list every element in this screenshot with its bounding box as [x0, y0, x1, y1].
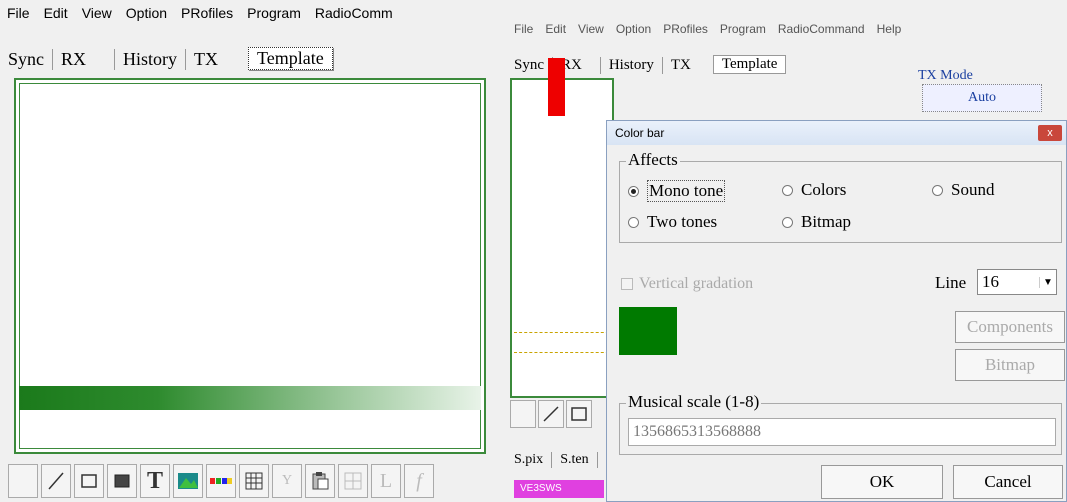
menu-profiles[interactable]: PRofiles [657, 22, 714, 36]
chevron-down-icon[interactable]: ▼ [1039, 276, 1056, 288]
paste-tool-icon[interactable] [305, 464, 335, 498]
color-bar-dialog: Color bar x Affects Mono tone Colors Sou… [606, 120, 1067, 502]
menu-radiocommand[interactable]: RadioCommand [772, 22, 871, 36]
menu-view[interactable]: View [572, 22, 610, 36]
menu-view[interactable]: View [75, 5, 119, 21]
ok-button[interactable]: OK [821, 465, 943, 499]
image-tool-icon[interactable] [173, 464, 203, 498]
blank-tool-icon[interactable] [510, 400, 536, 428]
affects-legend: Affects [626, 150, 680, 170]
f-tool-icon: f [404, 464, 434, 498]
tx-mode-value[interactable]: Auto [922, 84, 1042, 112]
radio-icon [782, 184, 793, 196]
blank-tool-icon[interactable] [8, 464, 38, 498]
radio-label: Sound [951, 180, 995, 199]
cancel-button[interactable]: Cancel [953, 465, 1063, 499]
tab-rx[interactable]: RX [53, 49, 116, 70]
line-tool-icon[interactable] [538, 400, 564, 428]
components-button: Components [955, 311, 1065, 343]
tx-mode-group: TX Mode Auto [914, 68, 1044, 118]
menu-option[interactable]: Option [119, 5, 174, 21]
radio-label: Colors [801, 180, 847, 199]
template-canvas-right[interactable] [510, 78, 614, 398]
l-tool-icon: L [371, 464, 401, 498]
bottom-tab-bar: S.pix S.ten [506, 442, 598, 468]
vertical-gradation-checkbox: Vertical gradation [621, 275, 753, 293]
radio-label: Mono tone [647, 180, 726, 202]
radio-label: Two tones [647, 212, 718, 231]
menu-help[interactable]: Help [871, 22, 908, 36]
line-select-value: 16 [982, 272, 999, 291]
radio-two-tones[interactable]: Two tones [628, 212, 717, 232]
callsign-badge: VE3SWS [514, 480, 604, 498]
radio-selected-icon [628, 185, 639, 197]
line-tool-icon[interactable] [41, 464, 71, 498]
dialog-title: Color bar [607, 121, 1066, 145]
musical-scale-group: Musical scale (1-8) 1356865313568888 [619, 392, 1062, 455]
rectangle-tool-icon[interactable] [74, 464, 104, 498]
radio-label: Bitmap [801, 212, 852, 231]
radio-bitmap[interactable]: Bitmap [782, 212, 851, 232]
color-swatch[interactable] [619, 307, 677, 355]
radio-icon [628, 216, 639, 228]
radio-colors[interactable]: Colors [782, 180, 846, 200]
vector-tool-icon: Y [272, 464, 302, 498]
radio-icon [782, 216, 793, 228]
affects-group: Affects Mono tone Colors Sound Two tones… [619, 150, 1062, 243]
red-indicator [548, 58, 565, 116]
tab-s-pix[interactable]: S.pix [506, 452, 553, 468]
radio-mono-tone[interactable]: Mono tone [628, 180, 726, 202]
line-select[interactable]: 16 ▼ [977, 269, 1057, 295]
menu-bar-right: File Edit View Option PRofiles Program R… [508, 22, 907, 36]
menu-bar: File Edit View Option PRofiles Program R… [0, 0, 502, 26]
line-label: Line [935, 273, 967, 292]
tab-sync[interactable]: Sync [506, 57, 553, 74]
color-bar-tool-icon[interactable] [206, 464, 236, 498]
text-tool-icon[interactable]: T [140, 464, 170, 498]
menu-edit[interactable]: Edit [539, 22, 572, 36]
dashed-guide [514, 352, 614, 353]
drawing-toolbar: T Y L f [8, 462, 434, 500]
tab-bar: Sync RX History TX Template [0, 40, 333, 70]
table-tool-icon [338, 464, 368, 498]
menu-radiocommand[interactable]: RadioComm [308, 5, 400, 21]
dashed-guide [514, 332, 614, 333]
grid-tool-icon[interactable] [239, 464, 269, 498]
bitmap-button: Bitmap [955, 349, 1065, 381]
rectangle-tool-icon[interactable] [566, 400, 592, 428]
tab-tx[interactable]: TX [186, 49, 248, 70]
tab-history[interactable]: History [115, 49, 187, 70]
filled-rectangle-tool-icon[interactable] [107, 464, 137, 498]
vertical-gradation-label: Vertical gradation [639, 275, 754, 292]
menu-file[interactable]: File [508, 22, 539, 36]
musical-scale-input[interactable]: 1356865313568888 [628, 418, 1056, 446]
tab-s-ten[interactable]: S.ten [552, 452, 598, 468]
drawing-toolbar-right [510, 400, 592, 428]
menu-program[interactable]: Program [714, 22, 772, 36]
close-icon[interactable]: x [1038, 125, 1062, 141]
menu-edit[interactable]: Edit [37, 5, 75, 21]
tab-template[interactable]: Template [712, 55, 787, 74]
tab-tx[interactable]: TX [663, 57, 713, 74]
radio-icon [932, 184, 943, 196]
tab-template[interactable]: Template [248, 47, 333, 70]
radio-sound[interactable]: Sound [932, 180, 994, 200]
main-window-left: File Edit View Option PRofiles Program R… [0, 0, 502, 502]
checkbox-icon [621, 278, 633, 290]
menu-file[interactable]: File [0, 5, 37, 21]
tab-sync[interactable]: Sync [0, 49, 53, 70]
tx-mode-label: TX Mode [918, 68, 973, 83]
tab-history[interactable]: History [601, 57, 663, 74]
menu-program[interactable]: Program [240, 5, 308, 21]
menu-profiles[interactable]: PRofiles [174, 5, 240, 21]
menu-option[interactable]: Option [610, 22, 657, 36]
color-bar-gradient[interactable] [19, 386, 481, 410]
template-canvas[interactable] [14, 78, 486, 454]
musical-scale-legend: Musical scale (1-8) [626, 392, 762, 412]
